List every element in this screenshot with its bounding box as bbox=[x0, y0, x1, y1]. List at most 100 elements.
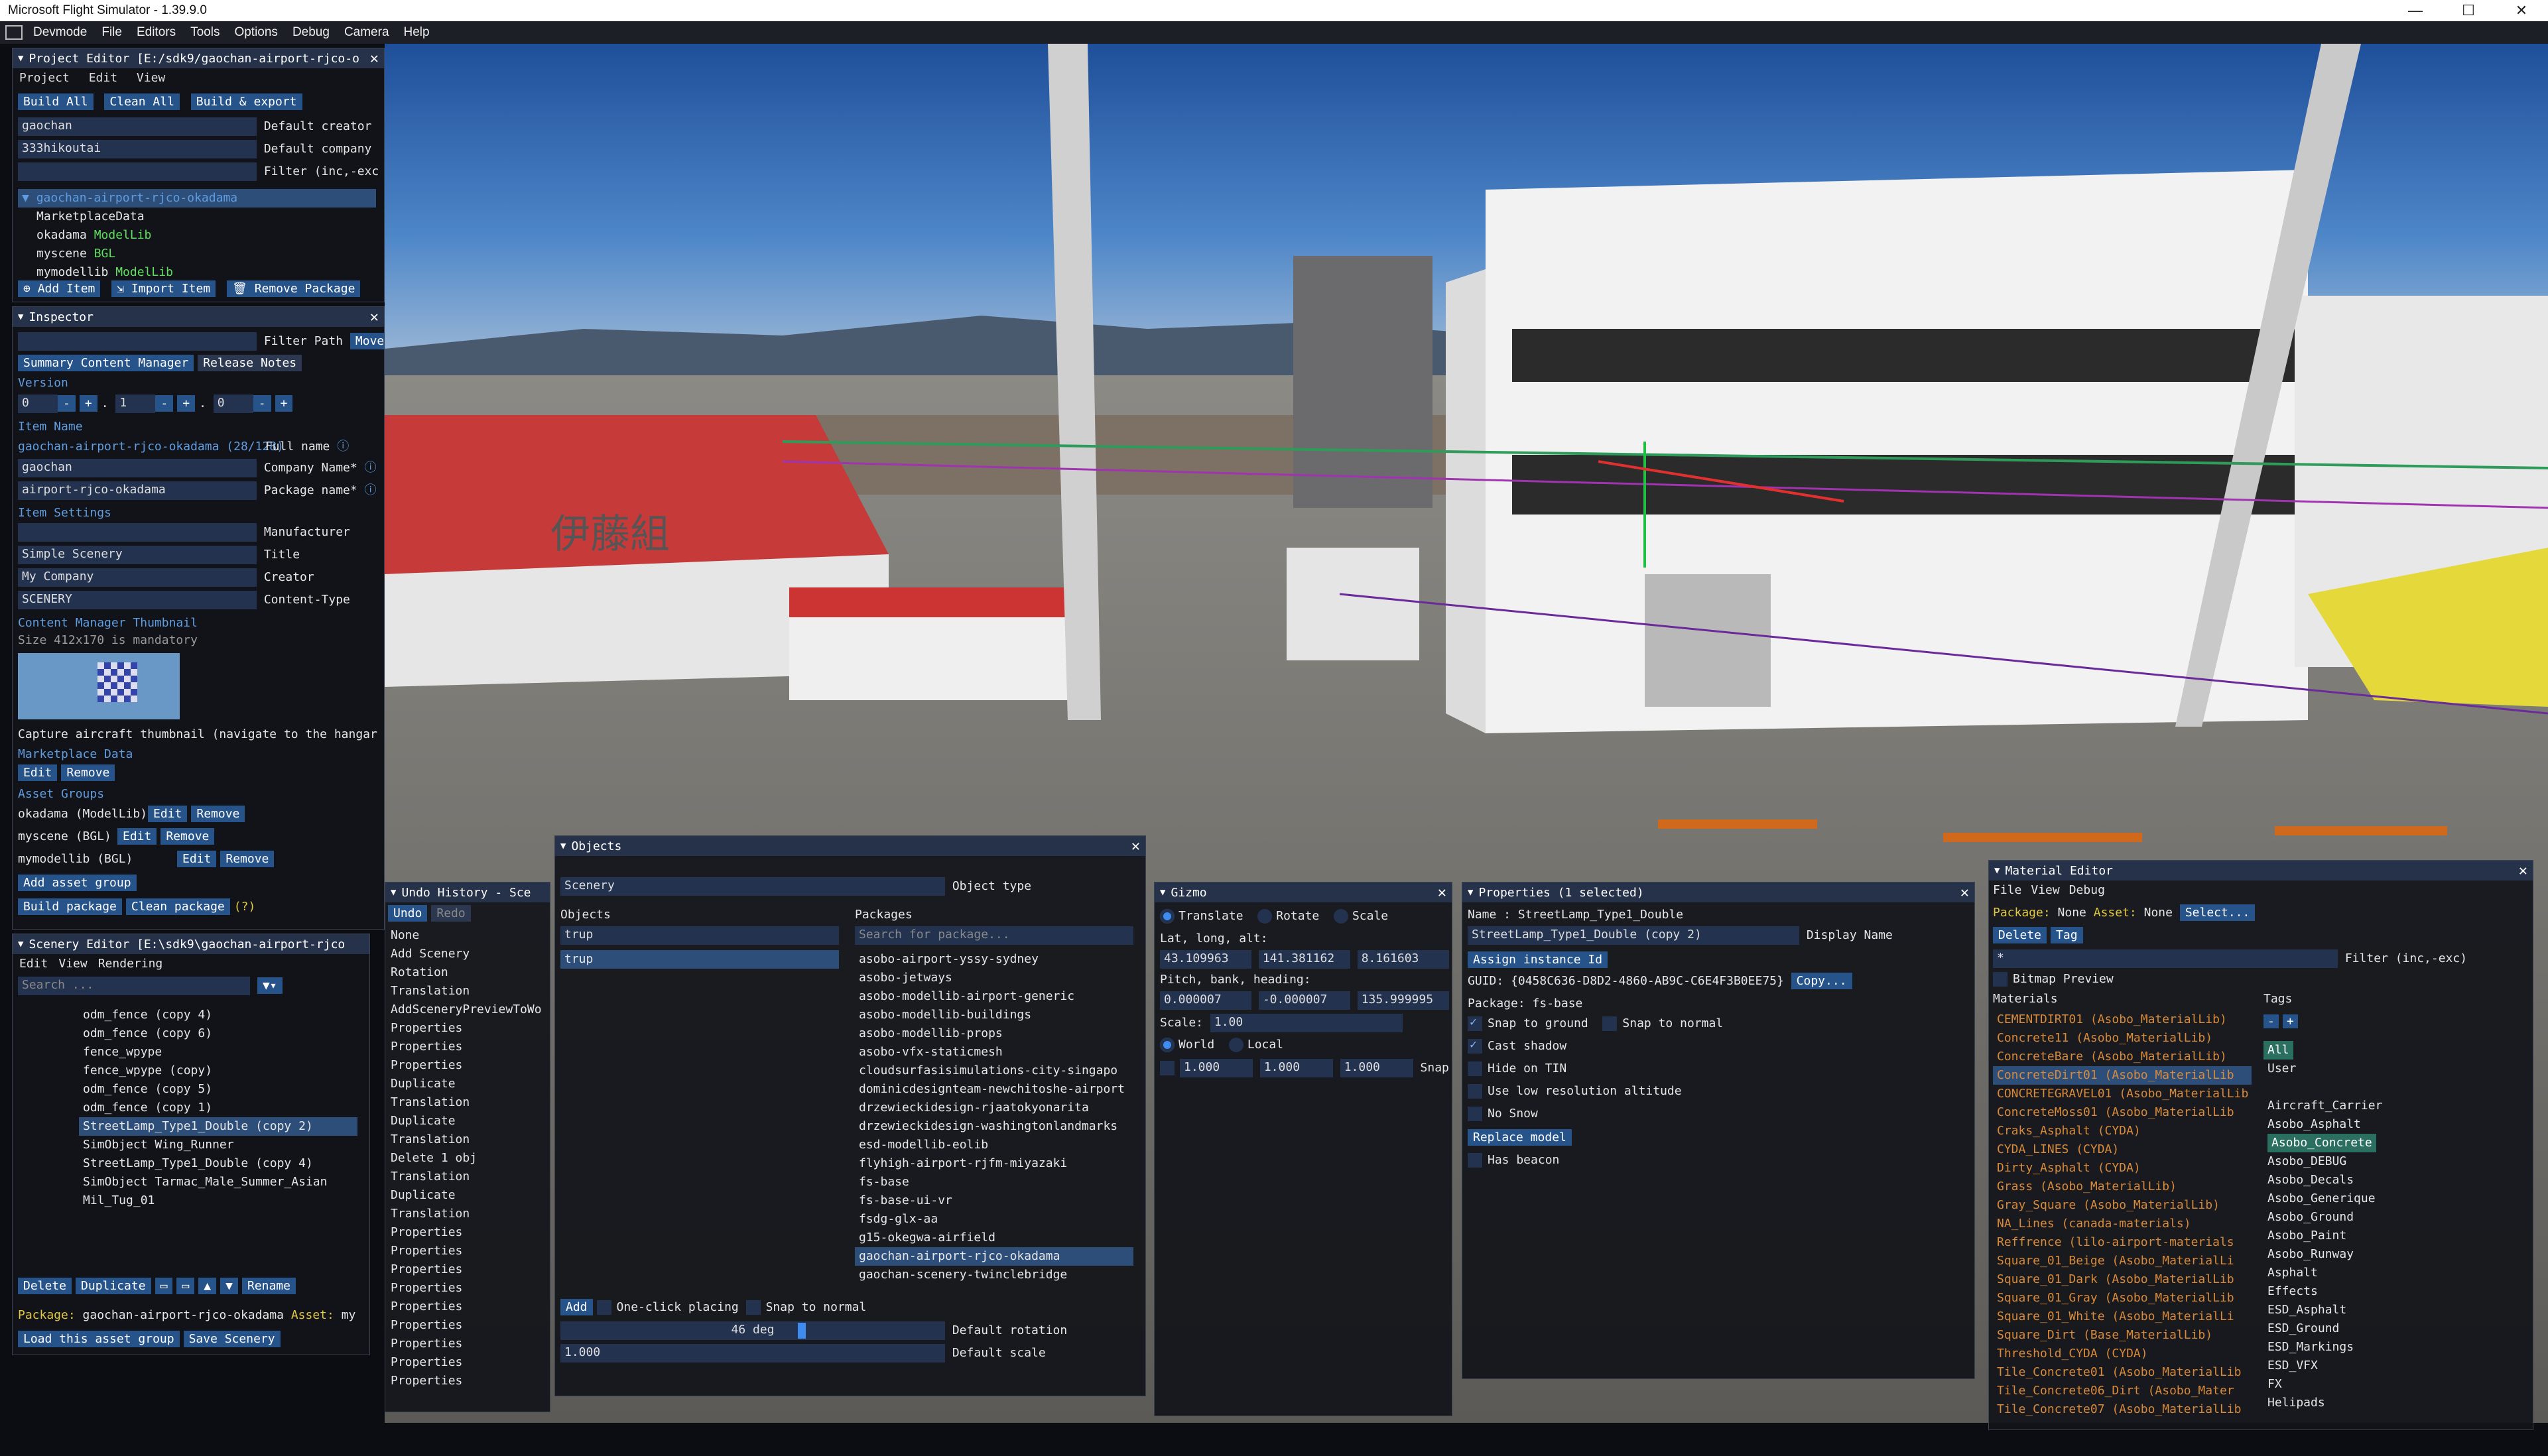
close-icon[interactable]: ✕ bbox=[370, 50, 379, 67]
duplicate-button[interactable]: Duplicate bbox=[76, 1278, 151, 1294]
version-minor-plus[interactable]: + bbox=[177, 395, 196, 412]
material-item[interactable]: Grass (Asobo_MaterialLib) bbox=[1993, 1178, 2252, 1196]
default-creator-input[interactable]: gaochan bbox=[18, 117, 257, 136]
version-major[interactable]: 0 bbox=[18, 394, 58, 413]
undo-item[interactable]: Translation bbox=[387, 1130, 546, 1149]
load-asset-group-button[interactable]: Load this asset group bbox=[18, 1331, 180, 1347]
undo-item[interactable]: Delete 1 obj bbox=[387, 1149, 546, 1168]
asset-group-remove-button[interactable]: Remove bbox=[220, 851, 275, 867]
close-icon[interactable]: ✕ bbox=[1438, 884, 1446, 901]
scenery-item[interactable]: Mil_Tug_01 bbox=[79, 1191, 357, 1210]
delete-material-button[interactable]: Delete bbox=[1993, 927, 2047, 943]
material-item[interactable]: Concrete11 (Asobo_MaterialLib) bbox=[1993, 1029, 2252, 1048]
undo-item[interactable]: Properties bbox=[387, 1298, 546, 1316]
tag-item[interactable]: ESD_VFX bbox=[2263, 1357, 2509, 1375]
collapse-icon[interactable]: ▼ bbox=[18, 53, 23, 64]
snap-normal-checkbox[interactable] bbox=[1602, 1016, 1618, 1031]
replace-model-button[interactable]: Replace model bbox=[1468, 1129, 1572, 1146]
no-snow-checkbox[interactable] bbox=[1468, 1107, 1482, 1121]
select-asset-button[interactable]: Select... bbox=[2179, 904, 2256, 921]
build-all-button[interactable]: Build All bbox=[18, 93, 94, 110]
undo-item[interactable]: Duplicate bbox=[387, 1112, 546, 1130]
default-rotation-slider[interactable]: 46 deg bbox=[560, 1321, 945, 1340]
gizmo-scale-input[interactable]: 1.00 bbox=[1210, 1014, 1403, 1032]
undo-item[interactable]: Properties bbox=[387, 1372, 546, 1390]
package-item[interactable]: g15-okegwa-airfield bbox=[855, 1229, 1133, 1247]
build-export-button[interactable]: Build & export bbox=[190, 93, 302, 110]
add-item-button[interactable]: ⊕ Add Item bbox=[18, 280, 101, 297]
package-item[interactable]: gaochan-airport-rjco-okadama bbox=[855, 1247, 1133, 1266]
scenery-item[interactable]: SimObject Wing_Runner bbox=[79, 1136, 357, 1154]
package-item[interactable]: asobo-vfx-staticmesh bbox=[855, 1043, 1133, 1062]
undo-item[interactable]: Properties bbox=[387, 1279, 546, 1298]
tag-item[interactable]: Asphalt bbox=[2263, 1264, 2509, 1282]
package-item[interactable]: asobo-modellib-airport-generic bbox=[855, 987, 1133, 1006]
version-major-minus[interactable]: - bbox=[58, 395, 76, 412]
menu-tools[interactable]: Tools bbox=[185, 25, 229, 40]
tree-item-marketplace[interactable]: MarketplaceData bbox=[18, 208, 376, 226]
copy-guid-button[interactable]: Copy... bbox=[1791, 973, 1852, 989]
info-icon[interactable]: ⓘ bbox=[365, 461, 377, 475]
world-radio[interactable] bbox=[1160, 1038, 1175, 1052]
object-type-select[interactable]: Scenery bbox=[560, 877, 945, 896]
tag-item[interactable]: All bbox=[2263, 1041, 2293, 1060]
scenery-item[interactable]: odm_fence (copy 5) bbox=[79, 1080, 357, 1099]
asset-group-edit-button[interactable]: Edit bbox=[117, 828, 157, 845]
info-icon[interactable]: ⓘ bbox=[337, 440, 349, 454]
rotate-radio[interactable] bbox=[1257, 909, 1273, 924]
low-res-altitude-checkbox[interactable] bbox=[1468, 1084, 1482, 1099]
version-minor-minus[interactable]: - bbox=[155, 395, 174, 412]
has-beacon-checkbox[interactable] bbox=[1468, 1153, 1482, 1168]
thumbnail-image[interactable] bbox=[18, 653, 180, 719]
clean-all-button[interactable]: Clean All bbox=[104, 93, 180, 110]
scenery-search-input[interactable]: Search ... bbox=[18, 977, 250, 995]
undo-item[interactable]: Properties bbox=[387, 1260, 546, 1279]
package-item[interactable]: flyhigh-airport-rjfm-miyazaki bbox=[855, 1154, 1133, 1173]
package-item[interactable]: dominicdesignteam-newchitoshe-airport bbox=[855, 1080, 1133, 1099]
menu-debug[interactable]: Debug bbox=[287, 25, 339, 40]
tag-item[interactable]: ESD_Ground bbox=[2263, 1319, 2509, 1338]
package-item[interactable]: esd-modellib-eolib bbox=[855, 1136, 1133, 1154]
scenery-item-selected[interactable]: StreetLamp_Type1_Double (copy 2) bbox=[79, 1117, 357, 1136]
material-item[interactable]: Tile_Concrete01 (Asobo_MaterialLib bbox=[1993, 1363, 2252, 1382]
content-type-select[interactable]: SCENERY bbox=[18, 591, 257, 609]
material-item[interactable]: Tile_Concrete06_Dirt (Asobo_Mater bbox=[1993, 1382, 2252, 1400]
tag-item[interactable]: Asobo_Ground bbox=[2263, 1208, 2509, 1227]
tag-item[interactable]: Asobo_Paint bbox=[2263, 1227, 2509, 1245]
package-item[interactable]: drzewieckidesign-washingtonlandmarks bbox=[855, 1117, 1133, 1136]
undo-item[interactable]: None bbox=[387, 926, 546, 945]
close-icon[interactable]: ✕ bbox=[370, 309, 379, 326]
menu-project[interactable]: Project bbox=[19, 71, 70, 85]
snap-checkbox[interactable] bbox=[1160, 1061, 1175, 1075]
collapse-icon[interactable]: ▼ bbox=[18, 939, 23, 949]
menu-file[interactable]: File bbox=[96, 25, 131, 40]
pitch-input[interactable]: 0.000007 bbox=[1160, 991, 1251, 1010]
undo-item[interactable]: Properties bbox=[387, 1223, 546, 1242]
package-item[interactable]: fs-base-ui-vr bbox=[855, 1191, 1133, 1210]
material-item[interactable]: ConcreteMoss01 (Asobo_MaterialLib bbox=[1993, 1103, 2252, 1122]
undo-item[interactable]: Properties bbox=[387, 1019, 546, 1038]
undo-item[interactable]: Properties bbox=[387, 1335, 546, 1353]
one-click-checkbox[interactable] bbox=[596, 1300, 611, 1315]
cast-shadow-checkbox[interactable] bbox=[1468, 1038, 1482, 1054]
menu-file[interactable]: File bbox=[1993, 883, 2021, 897]
package-item[interactable]: asobo-jetways bbox=[855, 969, 1133, 987]
snap-normal-checkbox[interactable] bbox=[745, 1300, 761, 1315]
default-scale-input[interactable]: 1.000 bbox=[560, 1344, 945, 1363]
object-result-item[interactable]: trup bbox=[560, 950, 839, 969]
company-name-input[interactable]: gaochan bbox=[18, 459, 257, 477]
undo-item[interactable]: Properties bbox=[387, 1353, 546, 1372]
material-item[interactable]: ConcreteBare (Asobo_MaterialLib) bbox=[1993, 1048, 2252, 1066]
filter-icon[interactable]: ▼▾ bbox=[257, 977, 283, 994]
material-item[interactable]: NA_Lines (canada-materials) bbox=[1993, 1215, 2252, 1233]
menu-edit[interactable]: Edit bbox=[89, 71, 117, 85]
tag-item[interactable]: FX bbox=[2263, 1375, 2509, 1394]
package-item[interactable]: drzewieckidesign-rjaatokyonarita bbox=[855, 1099, 1133, 1117]
tag-add-button[interactable]: + bbox=[2282, 1014, 2298, 1028]
clean-package-button[interactable]: Clean package bbox=[125, 898, 230, 915]
close-icon[interactable]: ✕ bbox=[1960, 884, 1969, 901]
material-item[interactable]: Square_Dirt (Base_MaterialLib) bbox=[1993, 1326, 2252, 1345]
tag-remove-button[interactable]: - bbox=[2263, 1014, 2279, 1028]
tree-item-mymodellib[interactable]: mymodellib ModelLib bbox=[18, 263, 376, 282]
undo-item[interactable]: Properties bbox=[387, 1056, 546, 1075]
